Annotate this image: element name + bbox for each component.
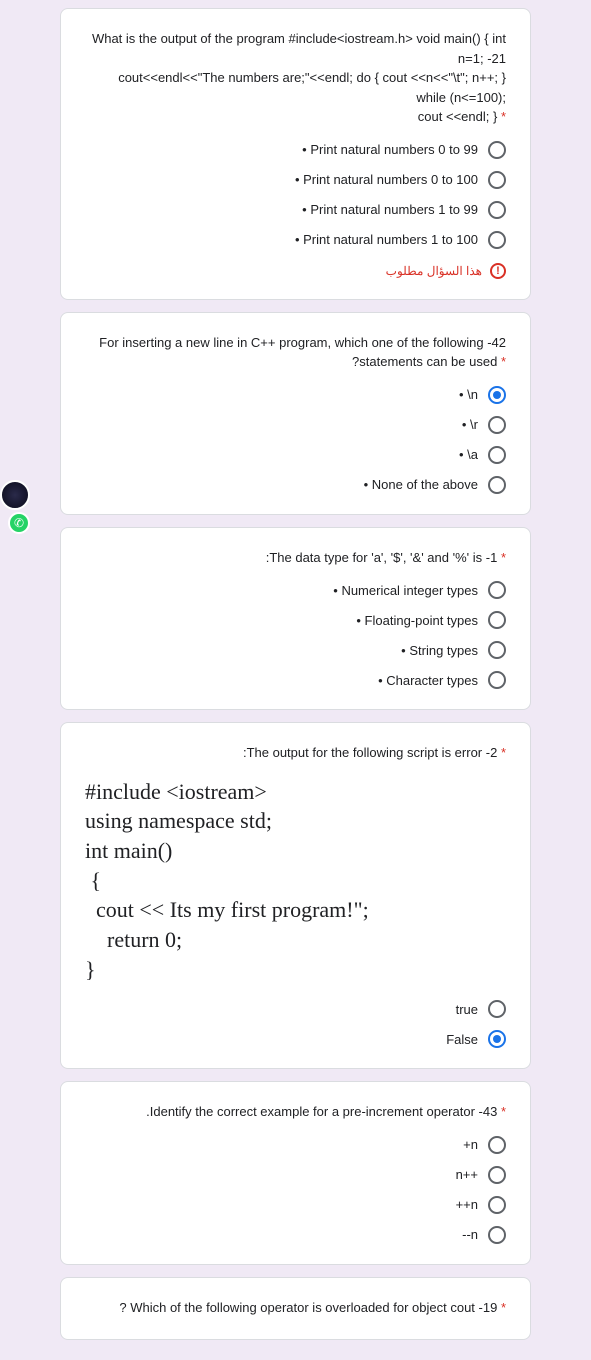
- required-asterisk: *: [501, 550, 506, 565]
- radio-button[interactable]: [488, 581, 506, 599]
- option-label: Print natural numbers 1 to 100: [295, 232, 478, 247]
- option-label: None of the above: [364, 477, 478, 492]
- radio-button[interactable]: [488, 141, 506, 159]
- radio-button[interactable]: [488, 231, 506, 249]
- required-asterisk: *: [501, 1104, 506, 1119]
- option-row[interactable]: Print natural numbers 0 to 99: [85, 141, 506, 159]
- option-row[interactable]: n++: [85, 1166, 506, 1184]
- radio-button[interactable]: [488, 1166, 506, 1184]
- question-card-2: :The output for the following script is …: [60, 722, 531, 1069]
- radio-button[interactable]: [488, 171, 506, 189]
- option-label: False: [446, 1032, 478, 1047]
- option-label: --n: [462, 1227, 478, 1242]
- option-row[interactable]: False: [85, 1030, 506, 1048]
- required-asterisk: *: [501, 354, 506, 369]
- radio-button[interactable]: [488, 446, 506, 464]
- option-label: \a: [459, 447, 478, 462]
- radio-button[interactable]: [488, 386, 506, 404]
- q-line: :The output for the following script is …: [243, 745, 497, 760]
- option-label: \n: [459, 387, 478, 402]
- option-row[interactable]: ++n: [85, 1196, 506, 1214]
- question-card-43: .Identify the correct example for a pre-…: [60, 1081, 531, 1265]
- q-line2: cout<<endl<<"The numbers are;"<<endl; do…: [118, 70, 506, 105]
- options-list: \n \r \a None of the above: [85, 386, 506, 494]
- radio-button[interactable]: [488, 1136, 506, 1154]
- question-card-1: :The data type for 'a', '$', '&' and '%'…: [60, 527, 531, 711]
- q-line: :The data type for 'a', '$', '&' and '%'…: [266, 550, 498, 565]
- radio-button[interactable]: [488, 1000, 506, 1018]
- option-row[interactable]: --n: [85, 1226, 506, 1244]
- option-label: Print natural numbers 0 to 100: [295, 172, 478, 187]
- q-line3: cout <<endl; }: [418, 109, 498, 124]
- option-row[interactable]: \n: [85, 386, 506, 404]
- profile-avatar[interactable]: [0, 480, 30, 510]
- option-row[interactable]: true: [85, 1000, 506, 1018]
- options-list: Print natural numbers 0 to 99 Print natu…: [85, 141, 506, 249]
- alert-icon: !: [490, 263, 506, 279]
- q-line1: What is the output of the program #inclu…: [92, 31, 506, 66]
- q-line1: For inserting a new line in C++ program,…: [99, 335, 506, 350]
- options-list: Numerical integer types Floating-point t…: [85, 581, 506, 689]
- radio-button[interactable]: [488, 1030, 506, 1048]
- radio-button[interactable]: [488, 201, 506, 219]
- option-label: \r: [462, 417, 478, 432]
- question-card-19: ? Which of the following operator is ove…: [60, 1277, 531, 1341]
- option-row[interactable]: \r: [85, 416, 506, 434]
- q-line: .Identify the correct example for a pre-…: [146, 1104, 497, 1119]
- options-list: true False: [85, 1000, 506, 1048]
- question-text: .Identify the correct example for a pre-…: [85, 1102, 506, 1122]
- option-label: Character types: [378, 673, 478, 688]
- option-label: Floating-point types: [356, 613, 478, 628]
- radio-button[interactable]: [488, 1226, 506, 1244]
- q-line: ? Which of the following operator is ove…: [119, 1300, 497, 1315]
- question-text: :The data type for 'a', '$', '&' and '%'…: [85, 548, 506, 568]
- option-row[interactable]: None of the above: [85, 476, 506, 494]
- option-label: String types: [401, 643, 478, 658]
- required-asterisk: *: [501, 745, 506, 760]
- required-text: هذا السؤال مطلوب: [386, 264, 482, 278]
- radio-button[interactable]: [488, 671, 506, 689]
- radio-button[interactable]: [488, 641, 506, 659]
- option-row[interactable]: Character types: [85, 671, 506, 689]
- required-message: هذا السؤال مطلوب !: [85, 263, 506, 279]
- option-row[interactable]: Print natural numbers 0 to 100: [85, 171, 506, 189]
- option-label: Print natural numbers 1 to 99: [302, 202, 478, 217]
- question-text: For inserting a new line in C++ program,…: [85, 333, 506, 372]
- question-card-42: For inserting a new line in C++ program,…: [60, 312, 531, 515]
- option-label: true: [456, 1002, 478, 1017]
- required-asterisk: *: [501, 109, 506, 124]
- option-row[interactable]: Numerical integer types: [85, 581, 506, 599]
- question-text: :The output for the following script is …: [85, 743, 506, 763]
- options-list: +n n++ ++n --n: [85, 1136, 506, 1244]
- option-row[interactable]: Print natural numbers 1 to 99: [85, 201, 506, 219]
- radio-button[interactable]: [488, 611, 506, 629]
- radio-button[interactable]: [488, 476, 506, 494]
- option-row[interactable]: Print natural numbers 1 to 100: [85, 231, 506, 249]
- whatsapp-icon[interactable]: ✆: [8, 512, 30, 534]
- code-snippet: #include <iostream> using namespace std;…: [85, 777, 506, 985]
- required-asterisk: *: [501, 1300, 506, 1315]
- option-label: n++: [456, 1167, 478, 1182]
- option-label: Numerical integer types: [333, 583, 478, 598]
- option-label: Print natural numbers 0 to 99: [302, 142, 478, 157]
- question-text: ? Which of the following operator is ove…: [85, 1298, 506, 1318]
- option-row[interactable]: Floating-point types: [85, 611, 506, 629]
- option-label: +n: [463, 1137, 478, 1152]
- radio-button[interactable]: [488, 416, 506, 434]
- question-text: What is the output of the program #inclu…: [85, 29, 506, 127]
- option-row[interactable]: String types: [85, 641, 506, 659]
- radio-button[interactable]: [488, 1196, 506, 1214]
- option-row[interactable]: \a: [85, 446, 506, 464]
- q-line2: ?statements can be used: [352, 354, 497, 369]
- question-card-21: What is the output of the program #inclu…: [60, 8, 531, 300]
- option-row[interactable]: +n: [85, 1136, 506, 1154]
